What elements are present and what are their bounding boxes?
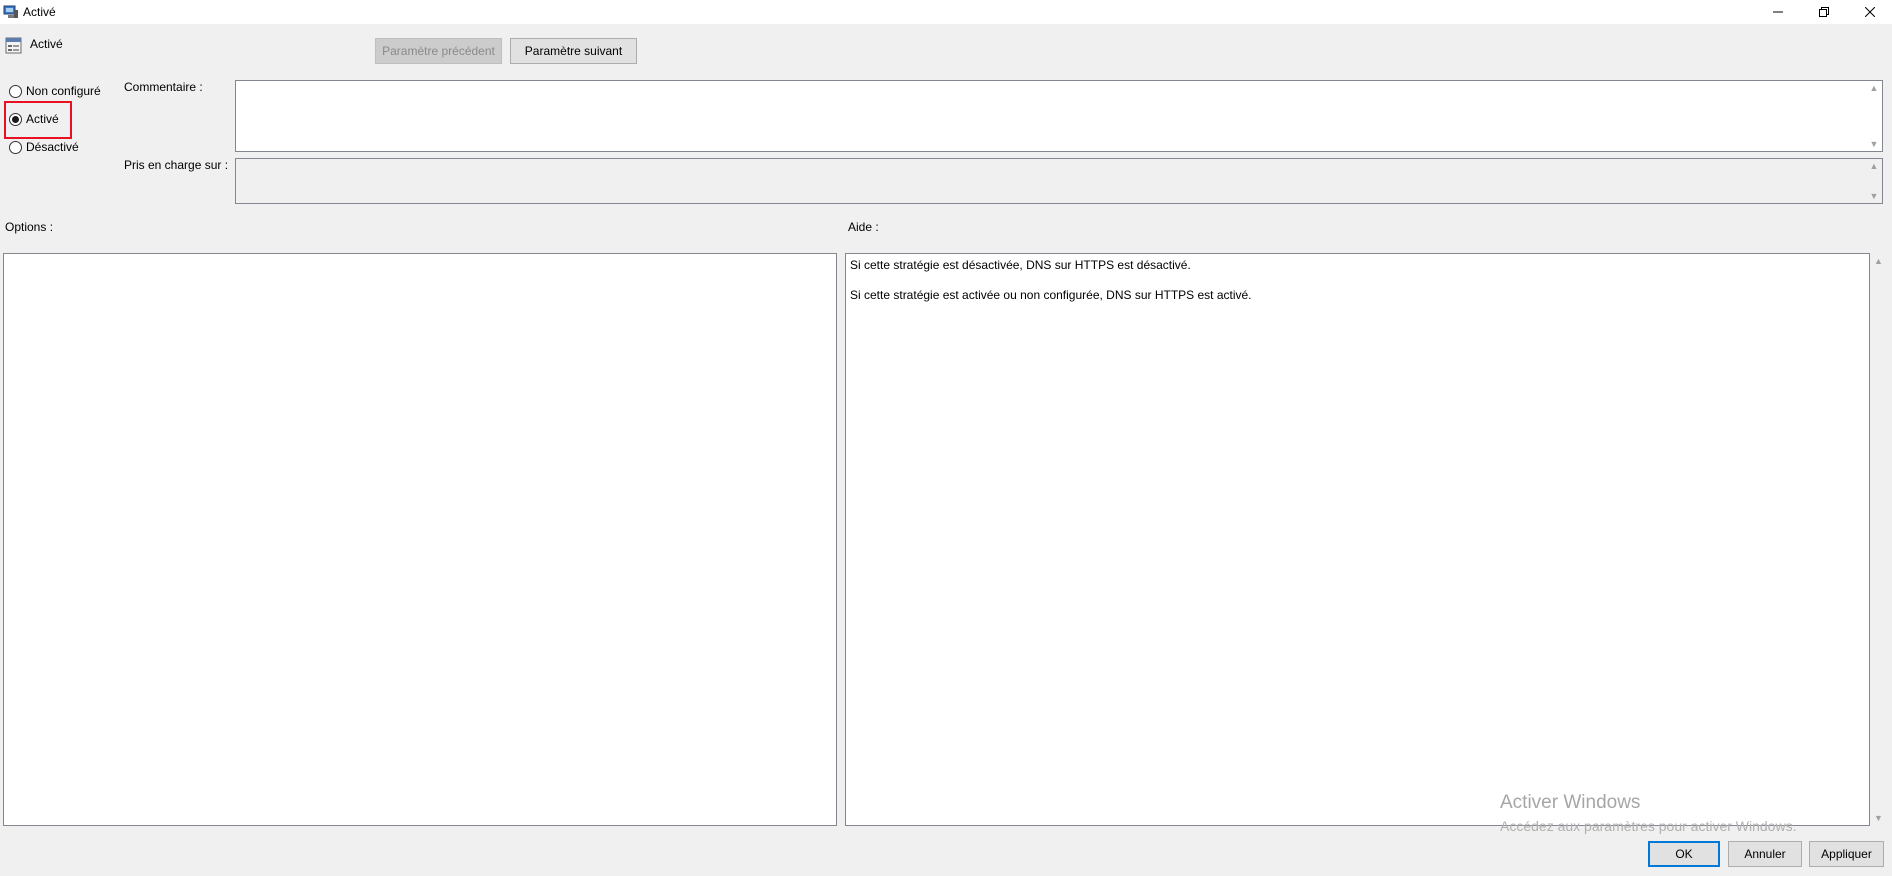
activation-watermark-subtitle: Accédez aux paramètres pour activer Wind… xyxy=(1500,818,1797,834)
supported-scrollbar[interactable]: ▲ ▼ xyxy=(1868,161,1880,201)
scroll-down-icon[interactable]: ▼ xyxy=(1874,813,1883,823)
window-title: Activé xyxy=(23,5,56,19)
scroll-up-icon[interactable]: ▲ xyxy=(1870,83,1879,93)
title-bar xyxy=(0,0,1892,24)
radio-disabled[interactable]: Désactivé xyxy=(9,140,79,154)
policy-name: Activé xyxy=(30,37,63,51)
next-setting-button[interactable]: Paramètre suivant xyxy=(510,38,637,64)
selection-highlight-box xyxy=(4,101,72,139)
help-label: Aide : xyxy=(848,220,879,234)
close-button[interactable] xyxy=(1847,0,1892,24)
help-scrollbar[interactable]: ▲ ▼ xyxy=(1871,253,1886,826)
radio-label: Non configuré xyxy=(26,84,101,98)
comment-textarea[interactable]: ▲ ▼ xyxy=(235,80,1883,152)
radio-circle[interactable] xyxy=(9,140,22,154)
radio-circle[interactable] xyxy=(9,84,22,98)
scroll-down-icon[interactable]: ▼ xyxy=(1870,139,1879,149)
radio-label: Désactivé xyxy=(26,140,79,154)
policy-setting-icon xyxy=(5,37,22,54)
supported-on-label: Pris en charge sur : xyxy=(124,158,229,172)
apply-button[interactable]: Appliquer xyxy=(1809,841,1884,867)
previous-setting-button[interactable]: Paramètre précédent xyxy=(375,38,502,64)
comment-label: Commentaire : xyxy=(124,80,203,94)
radio-not-configured[interactable]: Non configuré xyxy=(9,84,101,98)
cancel-button[interactable]: Annuler xyxy=(1728,841,1802,867)
minimize-button[interactable] xyxy=(1755,0,1801,24)
options-panel xyxy=(3,253,837,826)
supported-on-field: ▲ ▼ xyxy=(235,158,1883,204)
scroll-down-icon[interactable]: ▼ xyxy=(1870,191,1879,201)
minimize-icon xyxy=(1773,11,1783,13)
help-paragraph: Si cette stratégie est désactivée, DNS s… xyxy=(850,258,1191,272)
close-icon xyxy=(1865,7,1875,17)
scroll-up-icon[interactable]: ▲ xyxy=(1870,161,1879,171)
help-paragraph: Si cette stratégie est activée ou non co… xyxy=(850,288,1252,302)
policy-editor-app-icon xyxy=(3,5,18,18)
scroll-up-icon[interactable]: ▲ xyxy=(1874,256,1883,266)
ok-button[interactable]: OK xyxy=(1648,841,1720,867)
restore-button[interactable] xyxy=(1801,0,1847,24)
restore-icon xyxy=(1819,7,1829,17)
comment-scrollbar[interactable]: ▲ ▼ xyxy=(1868,83,1880,149)
help-panel: Si cette stratégie est désactivée, DNS s… xyxy=(845,253,1870,826)
activation-watermark-title: Activer Windows xyxy=(1500,792,1641,813)
options-label: Options : xyxy=(5,220,54,234)
